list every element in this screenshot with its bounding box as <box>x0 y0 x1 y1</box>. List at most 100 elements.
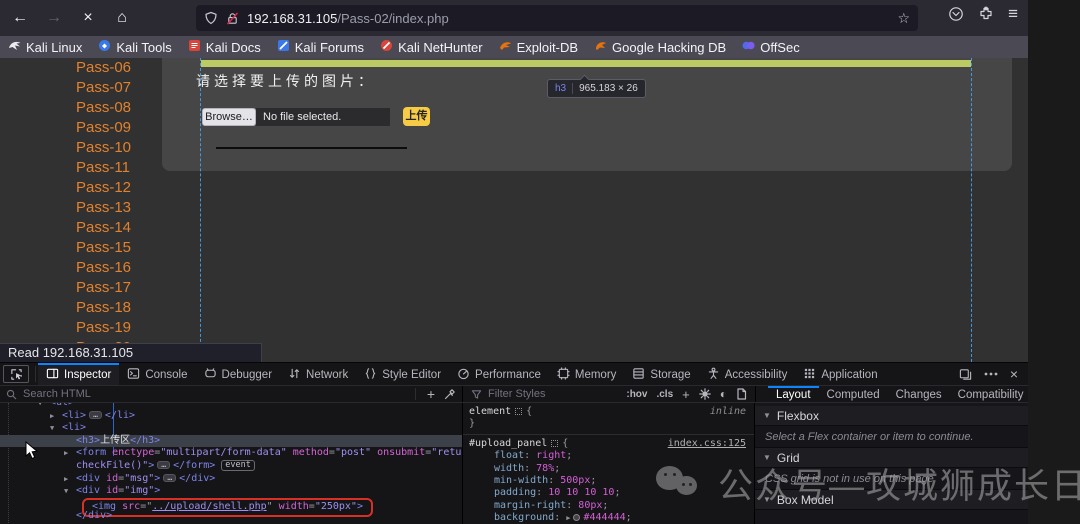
css-property-row[interactable]: margin-right: 80px; <box>469 500 748 512</box>
filter-styles-placeholder[interactable]: Filter Styles <box>488 388 545 400</box>
light-theme-sun-icon[interactable] <box>699 388 711 400</box>
devtools-tab-application[interactable]: Application <box>795 363 885 385</box>
expand-icon[interactable]: ▶ <box>50 410 54 423</box>
sidebar-item-pass-11[interactable]: Pass-11 <box>76 158 131 178</box>
sidebar-item-pass-13[interactable]: Pass-13 <box>76 198 131 218</box>
expand-icon[interactable]: ▶ <box>64 473 68 486</box>
bookmark-item[interactable]: Google Hacking DB <box>594 39 726 55</box>
element-picker-button[interactable] <box>3 365 29 383</box>
color-swatch[interactable] <box>573 514 580 521</box>
css-property-row[interactable]: float: right; <box>469 450 748 462</box>
markup-row[interactable]: ▶<div id="msg">…</div> <box>0 473 462 486</box>
devtools-tab-network[interactable]: Network <box>280 363 356 385</box>
stop-button[interactable]: × <box>74 5 102 31</box>
collapse-icon[interactable]: ▼ <box>50 422 54 435</box>
markup-row[interactable]: ▶<li>…</li> <box>0 410 462 423</box>
css-rule-selector[interactable]: element{inline <box>469 406 748 418</box>
dock-window-icon[interactable] <box>959 368 972 381</box>
stylesheet-link[interactable]: index.css:125 <box>668 438 746 450</box>
devtools-tab-memory[interactable]: Memory <box>549 363 625 385</box>
markup-row[interactable]: <img src="../upload/shell.php" width="25… <box>0 498 462 511</box>
meatball-menu-icon[interactable] <box>984 372 998 376</box>
collapsed-content-icon[interactable]: … <box>163 474 176 482</box>
markup-row[interactable]: </div> <box>0 510 462 523</box>
bookmark-item[interactable]: Kali Docs <box>188 39 261 55</box>
sidebar-item-pass-10[interactable]: Pass-10 <box>76 138 131 158</box>
url-bar[interactable]: 192.168.31.105/Pass-02/index.php ☆ <box>196 5 918 31</box>
devtools-tab-inspector[interactable]: Inspector <box>38 363 119 385</box>
add-rule-icon[interactable]: + <box>682 387 690 402</box>
sidebar-item-pass-12[interactable]: Pass-12 <box>76 178 131 198</box>
section-collapse-icon[interactable]: ▼ <box>763 453 771 462</box>
bookmark-item[interactable]: Exploit-DB <box>499 39 578 55</box>
section-collapse-icon[interactable]: ▼ <box>763 411 771 420</box>
markup-row[interactable]: ▶<form enctype="multipart/form-data" met… <box>0 447 462 460</box>
event-badge[interactable]: event <box>221 460 255 471</box>
bookmark-item[interactable]: Kali Linux <box>8 39 82 55</box>
sidebar-item-pass-09[interactable]: Pass-09 <box>76 118 131 138</box>
css-property-row[interactable]: background: ▶#444444; <box>469 512 748 524</box>
sidebar-item-pass-15[interactable]: Pass-15 <box>76 238 131 258</box>
collapse-icon[interactable]: ▼ <box>64 485 68 498</box>
tab-compatibility[interactable]: Compatibility <box>950 386 1032 402</box>
forward-button[interactable]: → <box>40 5 68 31</box>
file-input-status[interactable]: No file selected. <box>256 108 390 126</box>
sidebar-item-pass-06[interactable]: Pass-06 <box>76 58 131 78</box>
pseudo-cls-button[interactable]: .cls <box>656 389 673 400</box>
devtools-tab-style-editor[interactable]: Style Editor <box>356 363 449 385</box>
contrast-icon[interactable]: ◐ <box>720 387 727 401</box>
print-simulation-icon[interactable] <box>736 388 747 400</box>
selector-highlighter-icon[interactable] <box>551 440 558 447</box>
upload-button[interactable]: 上传 <box>403 107 430 126</box>
devtools-tab-storage[interactable]: Storage <box>624 363 698 385</box>
css-property-row[interactable]: width: 78%; <box>469 463 748 475</box>
markup-row[interactable]: <h3>上传区</h3> <box>0 435 462 448</box>
markup-row[interactable]: ▼<ul> <box>0 403 462 410</box>
eyedropper-icon[interactable] <box>444 388 456 400</box>
insecure-lock-icon[interactable] <box>226 12 239 25</box>
home-button[interactable]: ⌂ <box>108 5 136 31</box>
devtools-tab-performance[interactable]: Performance <box>449 363 549 385</box>
sidebar-item-pass-08[interactable]: Pass-08 <box>76 98 131 118</box>
css-property-row[interactable]: min-width: 500px; <box>469 475 748 487</box>
tab-changes[interactable]: Changes <box>888 386 950 402</box>
search-html-placeholder[interactable]: Search HTML <box>23 388 91 400</box>
add-node-icon[interactable]: + <box>427 386 435 402</box>
bookmark-item[interactable]: Kali NetHunter <box>380 39 483 55</box>
css-property-row[interactable]: padding: 10 10 10 10; <box>469 487 748 499</box>
sidebar-item-pass-19[interactable]: Pass-19 <box>76 318 131 338</box>
markup-row[interactable]: ▼<div id="img"> <box>0 485 462 498</box>
menu-hamburger-icon[interactable]: ≡ <box>1008 5 1018 22</box>
tab-layout[interactable]: Layout <box>768 386 819 402</box>
sidebar-item-pass-18[interactable]: Pass-18 <box>76 298 131 318</box>
expand-longhand-icon[interactable]: ▶ <box>566 514 570 522</box>
back-button[interactable]: ← <box>6 5 34 31</box>
bookmark-item[interactable]: Kali Tools <box>98 39 171 55</box>
section-collapse-icon[interactable]: ▼ <box>763 495 771 504</box>
collapsed-content-icon[interactable]: … <box>89 411 102 419</box>
markup-row[interactable]: checkFile()">…</form>event <box>0 460 462 473</box>
browse-button[interactable]: Browse… <box>202 108 256 126</box>
sidebar-item-pass-17[interactable]: Pass-17 <box>76 278 131 298</box>
css-rule-selector[interactable]: #upload_panel{index.css:125 <box>469 438 748 450</box>
bookmark-item[interactable]: OffSec <box>742 39 800 55</box>
devtools-tab-console[interactable]: Console <box>119 363 195 385</box>
pseudo-hov-button[interactable]: :hov <box>626 389 647 400</box>
sidebar-item-pass-14[interactable]: Pass-14 <box>76 218 131 238</box>
sidebar-item-pass-07[interactable]: Pass-07 <box>76 78 131 98</box>
layout-section-box-model[interactable]: ▼Box Model <box>755 490 1028 510</box>
collapse-icon[interactable]: ▼ <box>38 403 42 410</box>
bookmark-item[interactable]: Kali Forums <box>277 39 364 55</box>
collapsed-content-icon[interactable]: … <box>157 461 170 469</box>
markup-row[interactable]: ▼<li> <box>0 422 462 435</box>
tab-computed[interactable]: Computed <box>819 386 888 402</box>
expand-icon[interactable]: ▶ <box>64 447 68 460</box>
devtools-tab-debugger[interactable]: Debugger <box>196 363 281 385</box>
pocket-icon[interactable] <box>948 6 964 22</box>
layout-section-flexbox[interactable]: ▼Flexbox <box>755 406 1028 426</box>
close-devtools-icon[interactable]: × <box>1010 366 1018 382</box>
shield-icon[interactable] <box>204 11 218 25</box>
extensions-puzzle-icon[interactable] <box>978 6 994 22</box>
devtools-tab-accessibility[interactable]: Accessibility <box>699 363 796 385</box>
layout-section-grid[interactable]: ▼Grid <box>755 448 1028 468</box>
